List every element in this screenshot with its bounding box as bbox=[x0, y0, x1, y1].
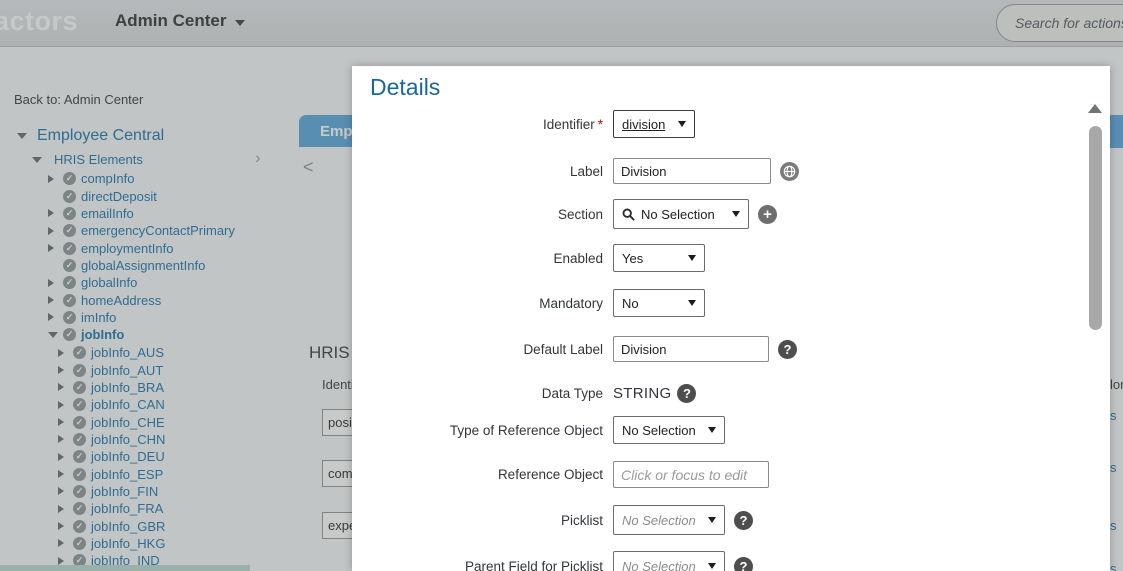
data-type-value: STRING bbox=[613, 385, 671, 402]
dropdown-arrow-icon bbox=[708, 517, 716, 523]
add-icon[interactable]: + bbox=[758, 205, 777, 224]
type-of-reference-object-label: Type of Reference Object bbox=[352, 423, 603, 438]
enabled-dropdown[interactable]: Yes bbox=[613, 244, 705, 272]
section-label: Section bbox=[352, 207, 603, 222]
scrollbar-up-arrow[interactable] bbox=[1088, 104, 1102, 113]
enabled-value: Yes bbox=[622, 251, 643, 266]
parent-field-for-picklist-label: Parent Field for Picklist bbox=[352, 559, 603, 571]
mandatory-label: Mandatory bbox=[352, 296, 603, 311]
help-icon[interactable]: ? bbox=[677, 384, 696, 403]
default-label-input[interactable]: Division bbox=[613, 336, 769, 362]
type-of-reference-object-value: No Selection bbox=[622, 423, 696, 438]
required-asterisk: * bbox=[598, 117, 603, 132]
reference-object-placeholder: Click or focus to edit bbox=[621, 467, 747, 483]
section-value: No Selection bbox=[641, 207, 715, 222]
dropdown-arrow-icon bbox=[708, 427, 716, 433]
identifier-dropdown[interactable]: division bbox=[613, 110, 695, 138]
picklist-label: Picklist bbox=[352, 513, 603, 528]
picklist-value: No Selection bbox=[622, 513, 696, 528]
dropdown-arrow-icon bbox=[688, 300, 696, 306]
help-icon[interactable]: ? bbox=[734, 511, 753, 530]
dropdown-arrow-icon bbox=[708, 563, 716, 569]
type-of-reference-object-dropdown[interactable]: No Selection bbox=[613, 416, 725, 444]
data-type-label: Data Type bbox=[352, 386, 603, 401]
dropdown-arrow-icon bbox=[688, 255, 696, 261]
section-combo[interactable]: No Selection bbox=[613, 199, 749, 229]
scrollbar-thumb[interactable] bbox=[1089, 126, 1102, 330]
reference-object-input[interactable]: Click or focus to edit bbox=[613, 461, 769, 488]
details-dialog: Details Identifier* division Label Divis… bbox=[352, 66, 1110, 571]
parent-field-for-picklist-dropdown[interactable]: No Selection bbox=[613, 551, 725, 571]
default-label-value: Division bbox=[621, 342, 667, 357]
label-input[interactable]: Division bbox=[613, 158, 771, 184]
mandatory-value: No bbox=[622, 296, 639, 311]
identifier-value: division bbox=[622, 117, 665, 132]
search-icon bbox=[622, 208, 635, 221]
identifier-label: Identifier* bbox=[352, 117, 603, 132]
label-label: Label bbox=[352, 164, 603, 179]
enabled-label: Enabled bbox=[352, 251, 603, 266]
mandatory-dropdown[interactable]: No bbox=[613, 289, 705, 317]
help-icon[interactable]: ? bbox=[734, 557, 753, 571]
picklist-dropdown[interactable]: No Selection bbox=[613, 505, 725, 535]
reference-object-label: Reference Object bbox=[352, 467, 603, 482]
globe-icon[interactable] bbox=[780, 162, 799, 181]
default-label-label: Default Label bbox=[352, 342, 603, 357]
dropdown-arrow-icon bbox=[732, 211, 740, 217]
help-icon[interactable]: ? bbox=[778, 340, 797, 359]
parent-field-for-picklist-value: No Selection bbox=[622, 559, 696, 571]
dropdown-arrow-icon bbox=[678, 121, 686, 127]
dialog-title: Details bbox=[370, 74, 440, 101]
label-value: Division bbox=[621, 164, 667, 179]
